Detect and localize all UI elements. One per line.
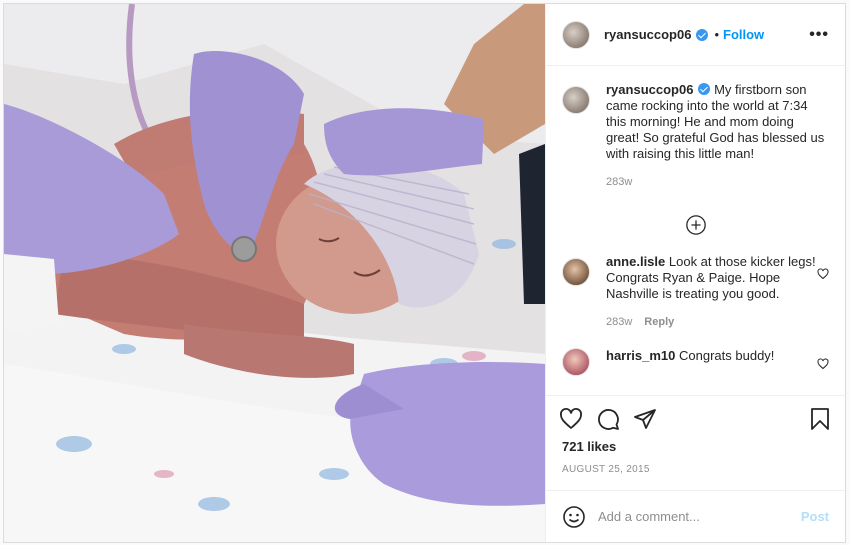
verified-badge-icon	[696, 28, 709, 41]
newborn-photo-illustration	[4, 4, 545, 542]
caption-username[interactable]: ryansuccop06	[606, 82, 693, 97]
separator-dot: •	[714, 27, 719, 42]
comment-input[interactable]	[598, 509, 801, 524]
verified-badge-icon	[698, 83, 711, 95]
follow-button[interactable]: Follow	[723, 27, 764, 42]
author-avatar[interactable]	[562, 20, 590, 49]
post-comment-button[interactable]: Post	[801, 509, 829, 524]
author-username[interactable]: ryansuccop06	[604, 27, 691, 42]
plus-circle-icon[interactable]	[685, 214, 707, 236]
comment-avatar[interactable]	[562, 348, 590, 376]
instagram-post: ryansuccop06 • Follow ••• ryansuccop06 M…	[3, 3, 846, 543]
heart-icon[interactable]	[817, 268, 829, 280]
heart-icon[interactable]	[559, 407, 583, 431]
comment-icon[interactable]	[596, 407, 620, 431]
heart-icon[interactable]	[817, 358, 829, 370]
emoji-icon[interactable]	[562, 505, 586, 529]
action-bar	[546, 395, 845, 441]
comment-meta: 283w Reply	[606, 314, 816, 330]
post-header: ryansuccop06 • Follow •••	[546, 4, 845, 66]
comment-item: harris_m10 Congrats buddy!	[562, 344, 829, 376]
comments-list[interactable]: ryansuccop06 My firstborn son came rocki…	[546, 66, 845, 395]
comment-avatar[interactable]	[562, 258, 590, 286]
add-comment-bar: Post	[546, 490, 845, 542]
likes-count[interactable]: 721 likes	[546, 439, 845, 454]
comment-item: anne.lisle Look at those kicker legs! Co…	[562, 254, 829, 330]
comment-username[interactable]: harris_m10	[606, 348, 675, 363]
comment-age[interactable]: 283w	[606, 316, 632, 328]
post-side-panel: ryansuccop06 • Follow ••• ryansuccop06 M…	[545, 4, 845, 542]
reply-button[interactable]: Reply	[644, 316, 674, 328]
bookmark-icon[interactable]	[808, 407, 832, 431]
share-icon[interactable]	[633, 407, 657, 431]
more-options-button[interactable]: •••	[809, 26, 829, 44]
post-date[interactable]: AUGUST 25, 2015	[546, 464, 845, 490]
comment-username[interactable]: anne.lisle	[606, 254, 665, 269]
caption: ryansuccop06 My firstborn son came rocki…	[562, 82, 829, 190]
post-photo[interactable]	[4, 4, 545, 542]
comment-text-block: anne.lisle Look at those kicker legs! Co…	[606, 254, 816, 302]
caption-text-block: ryansuccop06 My firstborn son came rocki…	[606, 82, 826, 162]
caption-age[interactable]: 283w	[606, 176, 632, 188]
comment-text: Congrats buddy!	[679, 348, 775, 363]
caption-meta: 283w	[606, 174, 826, 190]
caption-avatar[interactable]	[562, 86, 590, 114]
